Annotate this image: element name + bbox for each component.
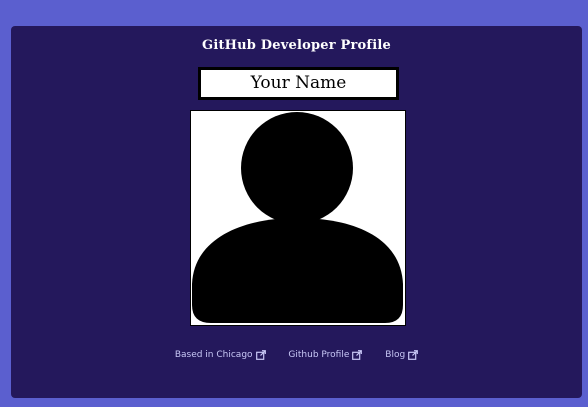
name-display: Your Name <box>198 67 399 100</box>
location-link-label: Based in Chicago <box>174 350 253 360</box>
external-link-icon <box>408 350 419 360</box>
user-silhouette-icon <box>191 111 405 325</box>
profile-card: GitHub Developer Profile Your Name Based… <box>11 26 582 398</box>
external-link-icon <box>255 350 266 360</box>
blog-link[interactable]: Blog <box>385 350 419 360</box>
external-link-icon <box>352 350 363 360</box>
page-background: GitHub Developer Profile Your Name Based… <box>0 0 588 407</box>
avatar <box>190 110 406 326</box>
github-profile-link[interactable]: Github Profile <box>288 350 363 360</box>
location-link[interactable]: Based in Chicago <box>175 350 266 360</box>
blog-link-label: Blog <box>385 350 406 360</box>
github-profile-link-label: Github Profile <box>288 350 350 360</box>
page-title: GitHub Developer Profile <box>202 38 391 53</box>
profile-links: Based in Chicago Github Profile Blog <box>11 350 582 360</box>
